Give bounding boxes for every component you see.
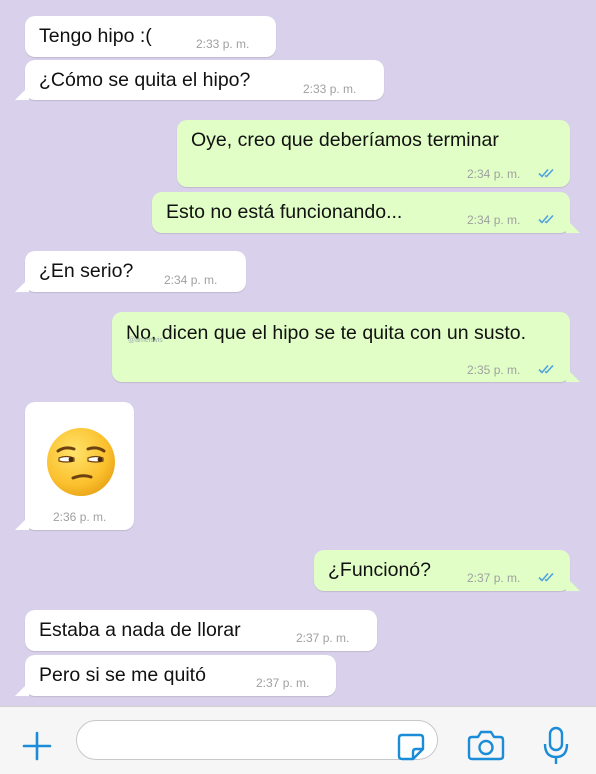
incoming-message[interactable]: Tengo hipo :( 2:33 p. m. [25,16,276,57]
microphone-icon[interactable] [543,726,569,766]
double-check-icon [538,364,554,374]
message-text: ¿Funcionó? [328,559,431,581]
message-text: Tengo hipo :( [39,25,152,47]
unamused-face-emoji [47,428,115,496]
message-text: No, dicen que el hipo se te quita con un… [126,322,527,344]
outgoing-message[interactable]: Oye, creo que deberíamos terminar 2:34 p… [177,120,570,187]
message-time: 2:37 p. m. [296,631,350,645]
message-text: Pero si se me quitó [39,664,206,686]
incoming-message[interactable]: Pero si se me quitó 2:37 p. m. [15,655,336,696]
incoming-message[interactable]: Estaba a nada de llorar 2:37 p. m. [25,610,377,651]
compose-bar [0,706,596,774]
message-time: 2:34 p. m. [467,167,521,181]
plus-icon[interactable] [22,731,52,761]
double-check-icon [538,214,554,224]
message-time: 2:34 p. m. [467,213,521,227]
message-time: 2:35 p. m. [467,363,521,377]
message-text: ¿Cómo se quita el hipo? [39,69,251,91]
message-time: 2:33 p. m. [196,37,250,51]
watermark-text: @amenwis [128,337,163,344]
message-time: 2:37 p. m. [256,676,310,690]
message-text: Estaba a nada de llorar [39,619,241,641]
message-text: Esto no está funcionando... [166,201,403,223]
incoming-message[interactable]: ¿Cómo se quita el hipo? 2:33 p. m. [15,60,384,100]
message-text: Oye, creo que deberíamos terminar [191,129,499,151]
double-check-icon [538,572,554,582]
sticker-icon[interactable] [396,732,426,762]
outgoing-message[interactable]: Esto no está funcionando... 2:34 p. m. [152,192,580,233]
message-input[interactable] [76,720,438,760]
chat-area: Tengo hipo :( 2:33 p. m. ¿Cómo se quita … [0,0,596,706]
double-check-icon [538,168,554,178]
incoming-message[interactable]: ¿En serio? 2:34 p. m. [15,251,246,292]
message-time: 2:37 p. m. [467,571,521,585]
message-text: ¿En serio? [39,260,134,282]
camera-icon[interactable] [467,729,505,761]
message-time: 2:33 p. m. [303,82,357,96]
outgoing-message[interactable]: ¿Funcionó? 2:37 p. m. [314,550,580,591]
message-time: 2:36 p. m. [53,510,107,524]
incoming-emoji-message[interactable]: 2:36 p. m. [15,402,134,530]
outgoing-message[interactable]: No, dicen que el hipo se te quita con un… [112,312,580,382]
message-time: 2:34 p. m. [164,273,218,287]
